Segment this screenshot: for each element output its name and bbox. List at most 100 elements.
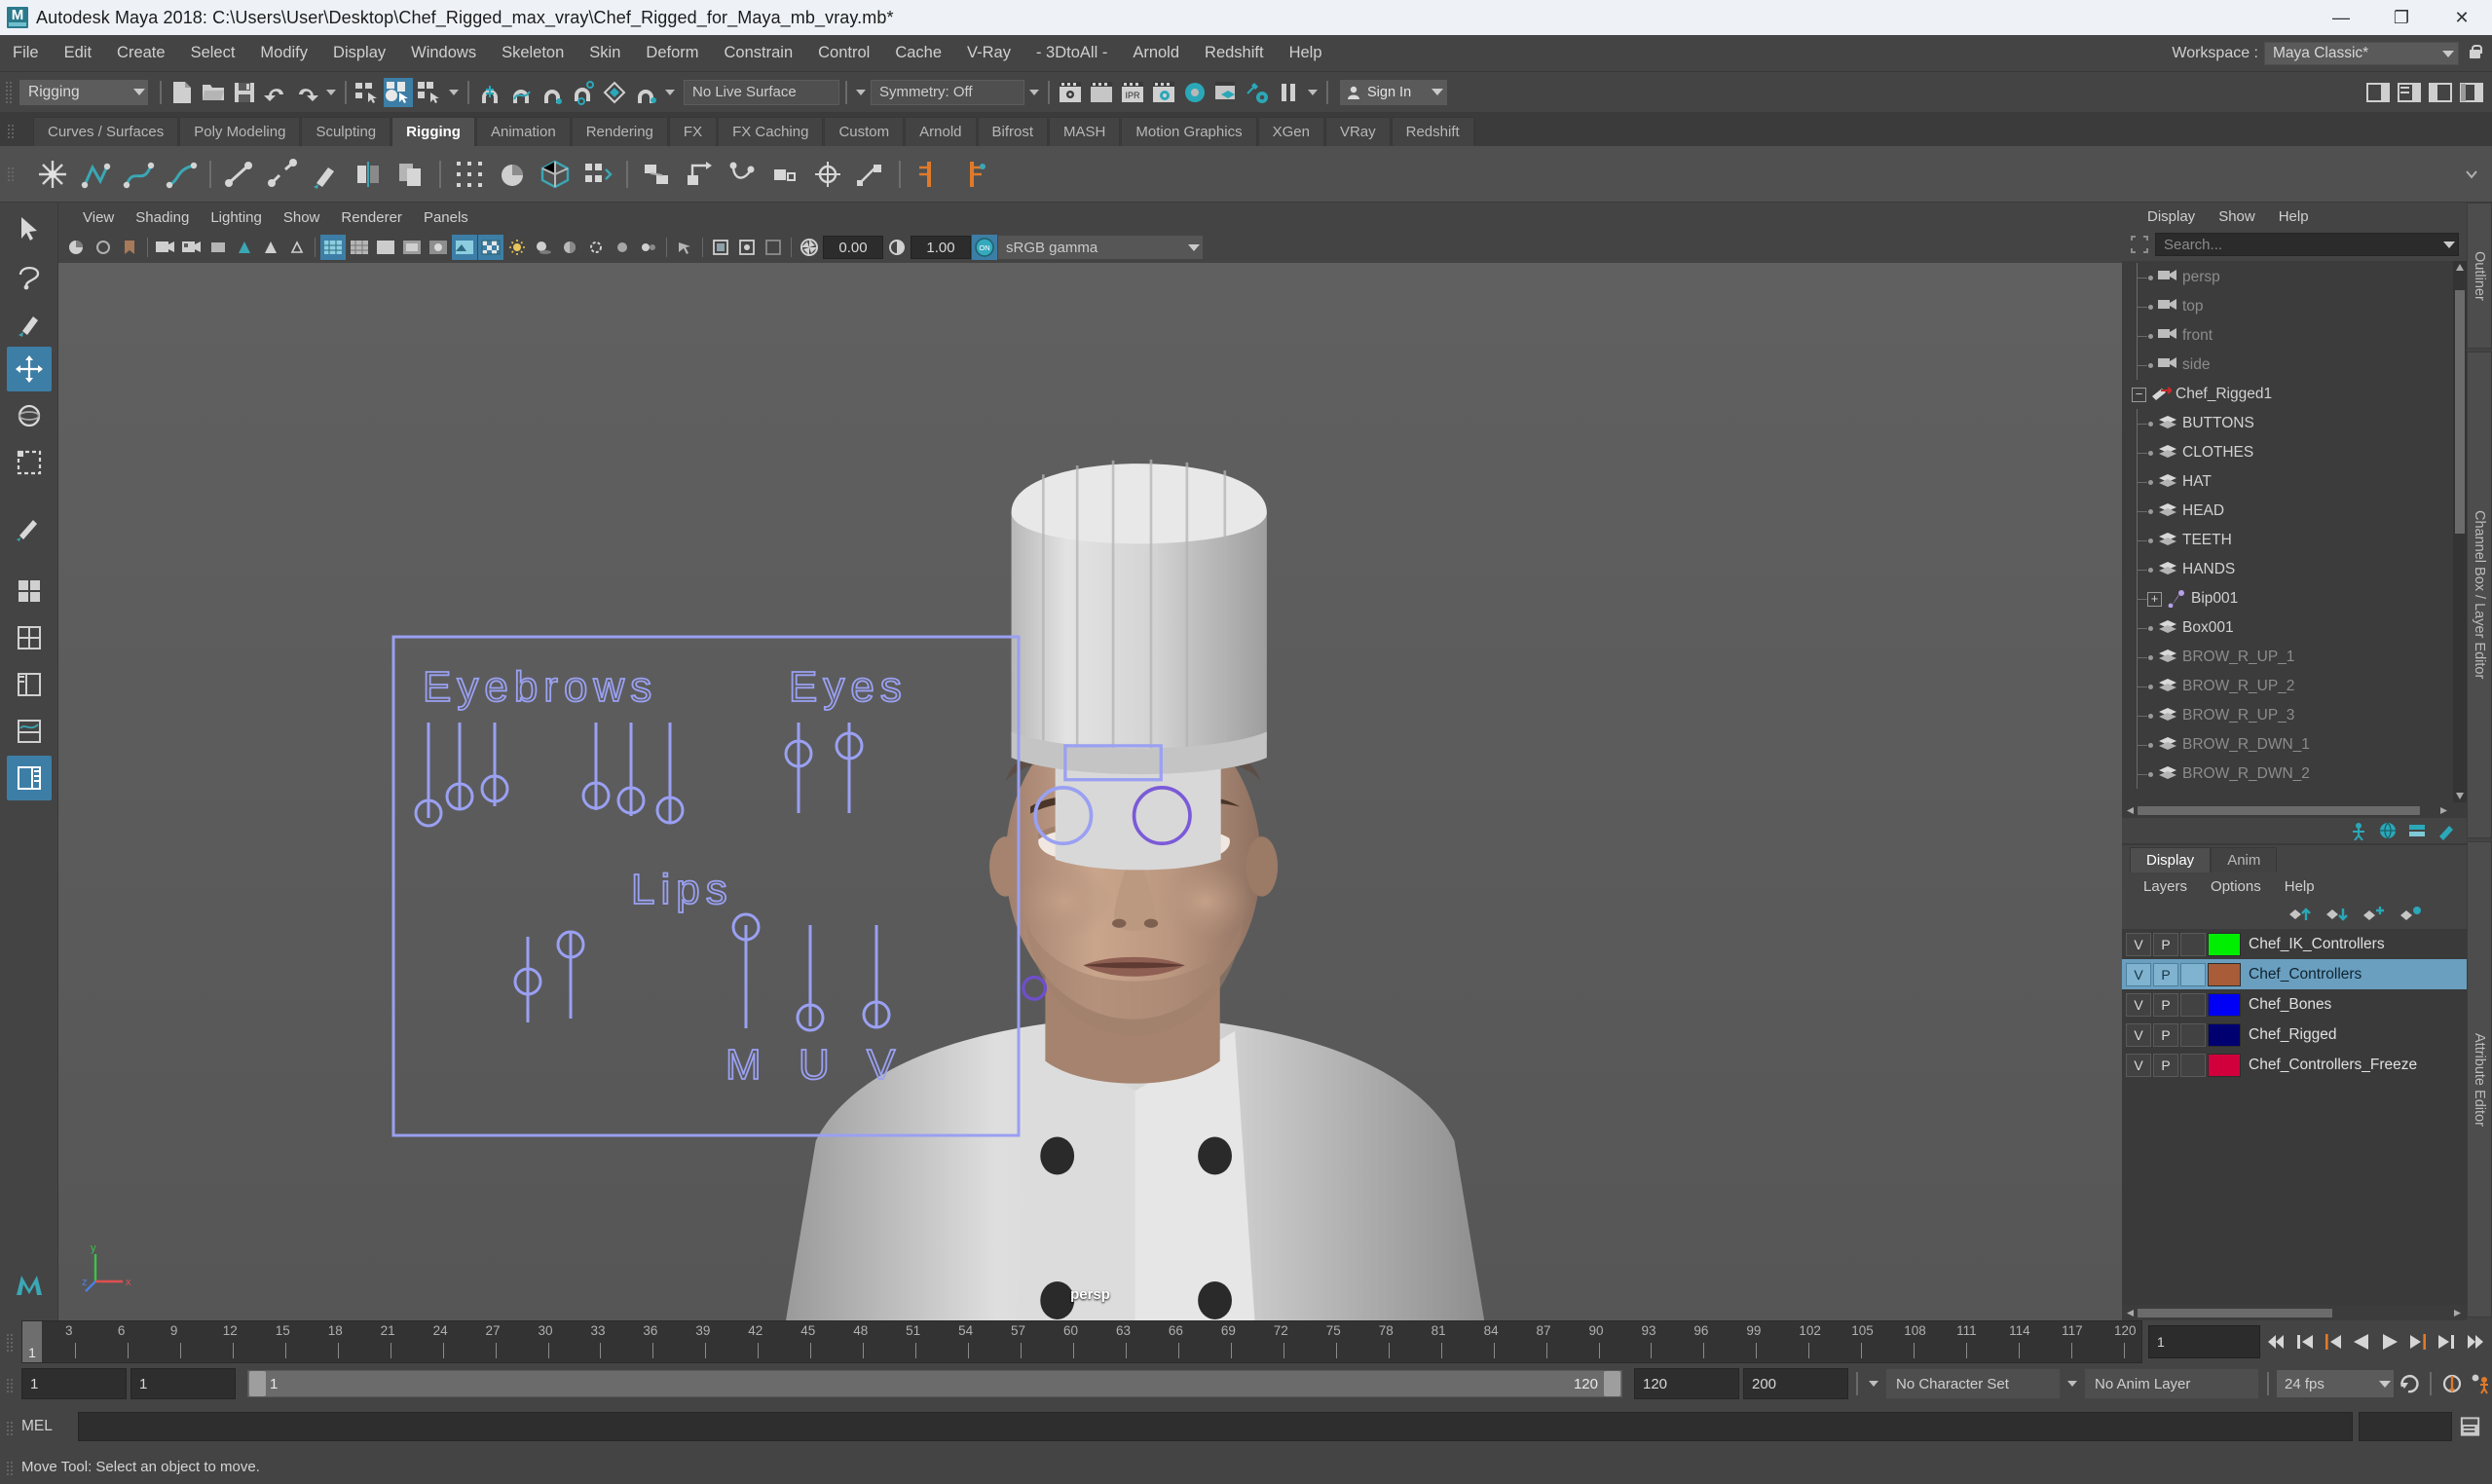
render-settings-button[interactable]	[1149, 78, 1178, 107]
range-end-time-field[interactable]: 120	[1634, 1368, 1739, 1399]
outliner-item-side[interactable]: side	[2122, 351, 2467, 380]
range-slider-right-handle[interactable]	[1604, 1371, 1620, 1396]
resolution-gate-icon[interactable]	[258, 235, 283, 260]
point-constraint-button[interactable]	[723, 155, 762, 194]
show-hide-attribute-editor-button[interactable]	[2395, 78, 2424, 107]
outliner-search-input[interactable]: Search...	[2155, 233, 2459, 256]
depth-of-field-icon[interactable]	[636, 235, 661, 260]
layer-template-toggle[interactable]	[2180, 992, 2206, 1017]
wireframe-shading-icon[interactable]	[320, 235, 346, 260]
animation-end-time-field[interactable]: 200	[1743, 1368, 1848, 1399]
layer-visibility-toggle[interactable]: V	[2126, 932, 2151, 956]
textured-shading-icon[interactable]	[452, 235, 477, 260]
move-layer-up-icon[interactable]	[2287, 905, 2313, 924]
animation-preferences-button[interactable]	[2468, 1369, 2492, 1398]
menu-skin[interactable]: Skin	[577, 35, 633, 72]
layer-menu-options[interactable]: Options	[2199, 872, 2273, 900]
image-plane-icon[interactable]	[153, 235, 178, 260]
close-button[interactable]: ✕	[2432, 0, 2492, 35]
render-current-frame-button[interactable]	[1056, 78, 1085, 107]
commandline-grip-handle[interactable]	[5, 1412, 15, 1445]
viewport-menu-show[interactable]: Show	[273, 203, 331, 232]
facial-controller-panel[interactable]: Eyebrows Eyes Lips M U V	[390, 633, 1023, 1139]
menu-select[interactable]: Select	[178, 35, 248, 72]
paint-selection-tool-button[interactable]	[7, 300, 52, 345]
grid-toggle-icon[interactable]	[205, 235, 231, 260]
layer-playback-toggle[interactable]: P	[2153, 932, 2178, 956]
shadows-icon[interactable]	[531, 235, 556, 260]
layer-menu-help[interactable]: Help	[2273, 872, 2326, 900]
use-default-material-icon[interactable]	[426, 235, 451, 260]
snap-to-grid-button[interactable]	[475, 78, 504, 107]
persp-graph-layout-button[interactable]	[7, 709, 52, 754]
outliner-vertical-tab[interactable]: Outliner	[2467, 203, 2492, 349]
menu-deform[interactable]: Deform	[633, 35, 711, 72]
current-frame-field[interactable]: 1	[2148, 1325, 2260, 1358]
command-response-field[interactable]	[2359, 1412, 2452, 1441]
create-ik-spring-handle-button[interactable]	[162, 155, 201, 194]
paint-skin-weights-button[interactable]	[306, 155, 345, 194]
ambient-occlusion-icon[interactable]	[557, 235, 582, 260]
bookmark-icon[interactable]	[117, 235, 142, 260]
current-time-indicator[interactable]: 1	[22, 1321, 42, 1362]
symmetry-field[interactable]: Symmetry: Off	[871, 79, 1024, 105]
outliner-item-box001[interactable]: Box001	[2122, 613, 2467, 643]
move-layer-down-icon[interactable]	[2325, 905, 2350, 924]
snap-to-view-plane-button[interactable]	[600, 78, 629, 107]
menuset-dropdown[interactable]: Rigging	[19, 79, 148, 105]
snap-to-curve-button[interactable]	[506, 78, 536, 107]
select-by-component-button[interactable]	[415, 78, 444, 107]
last-tool-used-button[interactable]	[7, 504, 52, 549]
range-slider-left-handle[interactable]	[249, 1371, 266, 1396]
xray-active-components-icon[interactable]	[761, 235, 786, 260]
rangeslider-grip-handle[interactable]	[5, 1369, 15, 1402]
lasso-tool-button[interactable]	[7, 253, 52, 298]
render-globe-icon[interactable]	[2377, 821, 2399, 840]
outliner-menu-display[interactable]: Display	[2136, 203, 2207, 230]
toolbar-collapse-arrow[interactable]	[1026, 79, 1042, 106]
step-back-key-button[interactable]	[2321, 1327, 2345, 1356]
toolbar-collapse-arrow[interactable]	[1305, 79, 1320, 106]
toolbar-collapse-arrow[interactable]	[446, 79, 462, 106]
move-tool-button[interactable]	[6, 347, 52, 391]
viewport-menu-panels[interactable]: Panels	[413, 203, 479, 232]
new-scene-button[interactable]	[167, 78, 197, 107]
render-setup-button[interactable]	[1243, 78, 1272, 107]
menu-display[interactable]: Display	[320, 35, 398, 72]
exposure-icon[interactable]	[797, 235, 822, 260]
anim-layer-dropdown-arrow[interactable]	[2064, 1370, 2080, 1397]
layer-editor-tab-display[interactable]: Display	[2130, 847, 2212, 872]
make-live-button[interactable]	[631, 78, 660, 107]
shelf-tab-fx-caching[interactable]: FX Caching	[718, 117, 824, 146]
outliner-item-chef-rigged1[interactable]: − Chef_Rigged1	[2122, 380, 2467, 409]
undo-button[interactable]	[261, 78, 290, 107]
menu-create[interactable]: Create	[104, 35, 178, 72]
menu-windows[interactable]: Windows	[398, 35, 489, 72]
four-view-layout-button[interactable]	[7, 615, 52, 660]
create-ik-handle-button[interactable]	[76, 155, 115, 194]
layer-color-swatch[interactable]	[2208, 932, 2241, 956]
outliner-expander-toggle[interactable]: +	[2147, 591, 2162, 607]
multisample-aa-icon[interactable]	[610, 235, 635, 260]
frame-selection-icon[interactable]	[2130, 235, 2149, 254]
maximize-button[interactable]: ❐	[2371, 0, 2432, 35]
layer-menu-layers[interactable]: Layers	[2132, 872, 2199, 900]
gate-mask-icon[interactable]	[284, 235, 310, 260]
create-new-layer-icon[interactable]	[2362, 905, 2387, 924]
xray-joints-icon[interactable]	[734, 235, 760, 260]
aim-constraint-button[interactable]	[765, 155, 804, 194]
create-constraint-button[interactable]	[637, 155, 676, 194]
layer-visibility-toggle[interactable]: V	[2126, 1022, 2151, 1047]
shelf-grip-handle[interactable]	[6, 115, 16, 148]
snap-to-projected-center-button[interactable]	[569, 78, 598, 107]
layer-color-swatch[interactable]	[2208, 1022, 2241, 1047]
outliner-tree[interactable]: persp top front side − Chef_Rigged1 BUTTONS CLO…	[2122, 261, 2467, 802]
xray-mode-icon[interactable]	[708, 235, 733, 260]
shelf-tab-poly-modeling[interactable]: Poly Modeling	[179, 117, 301, 146]
single-perspective-layout-button[interactable]	[7, 569, 52, 613]
layer-color-swatch[interactable]	[2208, 1053, 2241, 1077]
layer-row[interactable]: V P Chef_IK_Controllers	[2122, 929, 2467, 959]
shelf-options-button[interactable]	[2457, 160, 2486, 189]
menu-file[interactable]: File	[0, 35, 52, 72]
lattice-deformer-button[interactable]	[450, 155, 489, 194]
